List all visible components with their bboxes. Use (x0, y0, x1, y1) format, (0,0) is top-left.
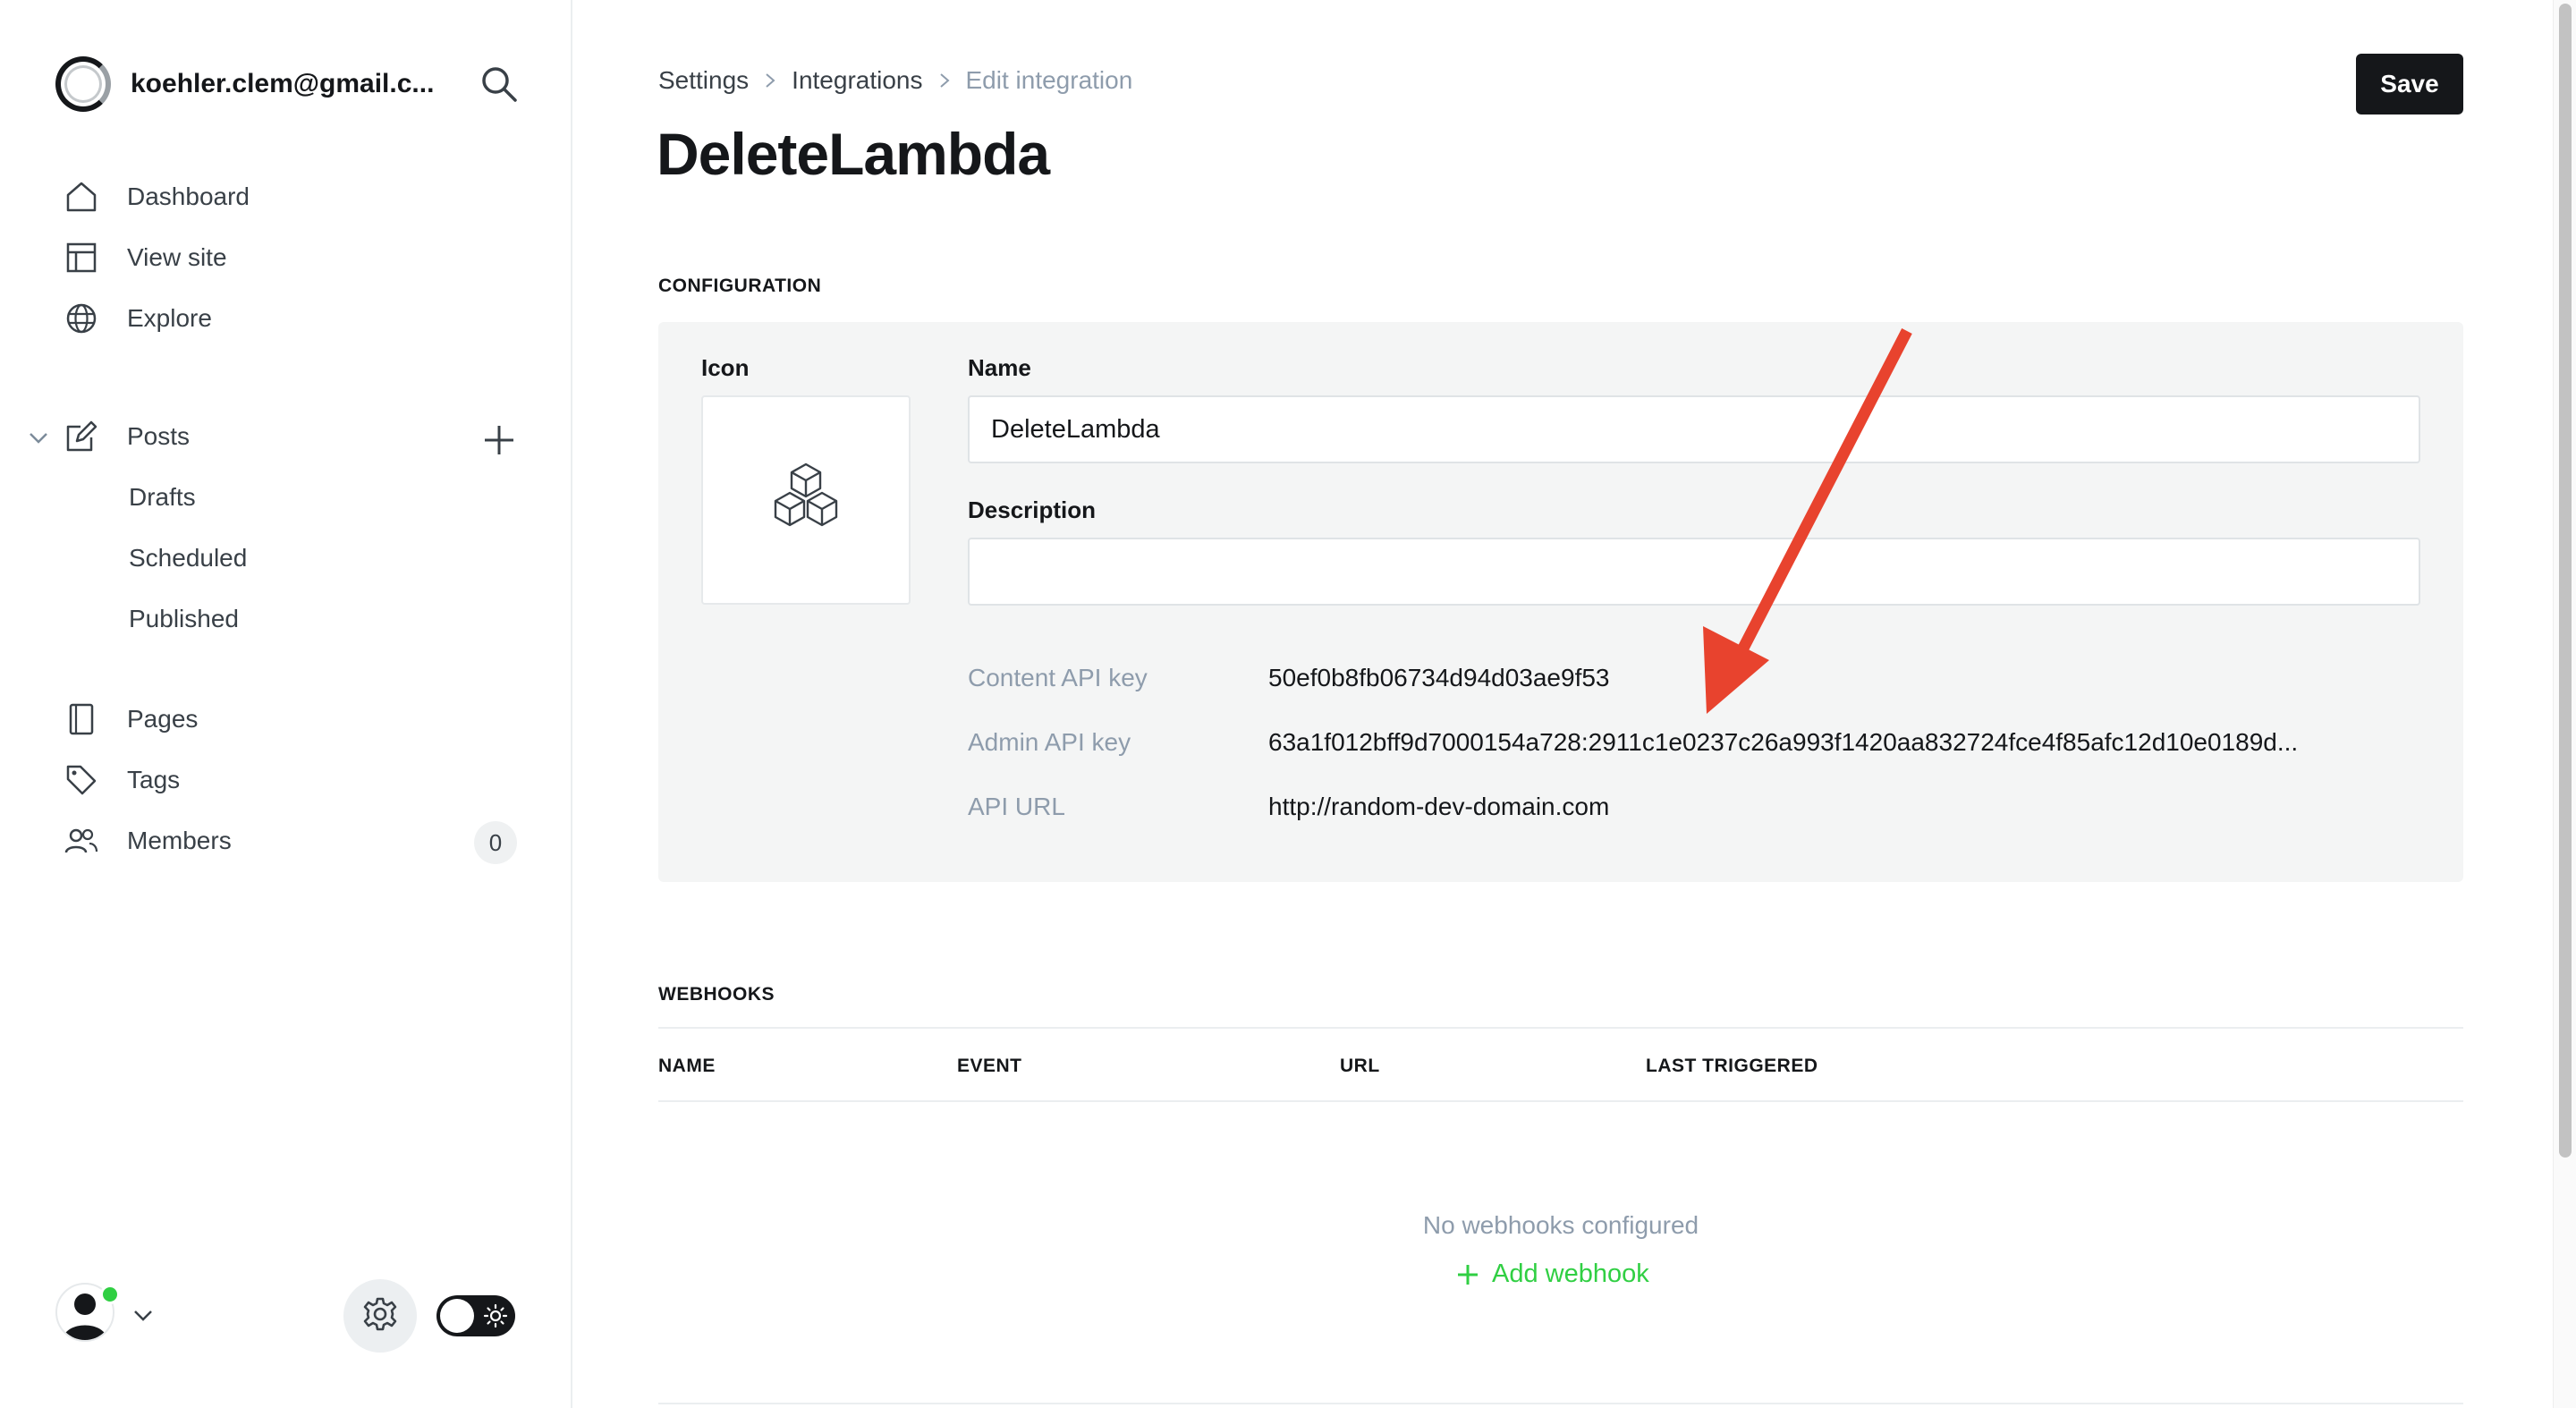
nav-pages[interactable]: Pages (63, 694, 519, 744)
sun-icon (483, 1303, 508, 1328)
nav-published[interactable]: Published (129, 594, 239, 644)
nav-explore[interactable]: Explore (63, 293, 519, 344)
nav-view-site-label: View site (127, 243, 227, 271)
nav-dashboard[interactable]: Dashboard (63, 172, 519, 222)
name-label: Name (968, 354, 1031, 381)
nav-view-site[interactable]: View site (63, 233, 519, 283)
site-logo[interactable] (55, 56, 111, 112)
nav-dashboard-label: Dashboard (127, 182, 250, 210)
scrollbar[interactable] (2553, 0, 2576, 1408)
integration-icon-upload[interactable] (701, 395, 911, 605)
nav-tags[interactable]: Tags (63, 755, 519, 805)
icon-label: Icon (701, 354, 750, 381)
description-label: Description (968, 496, 1097, 523)
breadcrumb-current: Edit integration (965, 66, 1133, 94)
search-icon[interactable] (478, 63, 521, 106)
chevron-right-icon (939, 73, 950, 88)
sidebar-header: koehler.clem@gmail.c... (55, 52, 521, 116)
admin-api-key-label: Admin API key (968, 728, 1131, 756)
breadcrumb: Settings Integrations Edit integration (658, 66, 1132, 95)
members-icon (63, 822, 100, 860)
gear-icon (361, 1295, 399, 1337)
theme-toggle[interactable] (436, 1295, 515, 1336)
table-divider (658, 1403, 2463, 1404)
settings-button[interactable] (343, 1279, 417, 1353)
api-url-label: API URL (968, 793, 1065, 820)
nav-explore-label: Explore (127, 304, 212, 332)
nav-drafts[interactable]: Drafts (129, 472, 196, 522)
scrollbar-thumb[interactable] (2559, 4, 2572, 1158)
plus-icon (1458, 1264, 1478, 1285)
nav-scheduled[interactable]: Scheduled (129, 533, 247, 583)
online-status-dot (100, 1285, 120, 1304)
admin-api-key-value[interactable]: 63a1f012bff9d7000154a728:2911c1e0237c26a… (1268, 728, 2298, 757)
pencil-square-icon (63, 418, 100, 455)
nav-members-label: Members (127, 827, 232, 854)
save-button[interactable]: Save (2356, 54, 2463, 115)
members-count-badge: 0 (474, 821, 517, 864)
nav-posts-label: Posts (127, 422, 191, 450)
name-input[interactable] (968, 395, 2420, 463)
toggle-knob (440, 1299, 474, 1333)
chevron-down-icon[interactable] (25, 424, 52, 451)
cubes-icon (763, 461, 849, 540)
configuration-section-title: CONFIGURATION (658, 276, 822, 296)
breadcrumb-integrations[interactable]: Integrations (792, 66, 922, 95)
nav-pages-label: Pages (127, 705, 199, 733)
globe-icon (63, 300, 100, 337)
column-header-url: URL (1340, 1056, 1380, 1076)
api-url-value[interactable]: http://random-dev-domain.com (1268, 793, 1609, 821)
breadcrumb-settings[interactable]: Settings (658, 66, 749, 95)
chevron-right-icon (766, 73, 775, 88)
add-webhook-label: Add webhook (1492, 1260, 1649, 1288)
chevron-down-icon[interactable] (131, 1302, 156, 1327)
new-post-plus-icon[interactable] (479, 420, 519, 460)
sidebar: koehler.clem@gmail.c... Dashboard View s… (0, 0, 572, 1408)
home-icon (63, 178, 100, 216)
description-input[interactable] (968, 538, 2420, 606)
add-webhook-button[interactable]: Add webhook (1456, 1260, 1649, 1289)
tag-icon (63, 761, 100, 799)
nav-posts[interactable]: Posts (63, 411, 519, 462)
webhooks-section-title: WEBHOOKS (658, 984, 775, 1005)
table-divider (658, 1100, 2463, 1102)
table-divider (658, 1027, 2463, 1029)
column-header-event: EVENT (957, 1056, 1022, 1076)
layout-icon (63, 239, 100, 276)
page-icon (63, 700, 100, 738)
account-title[interactable]: koehler.clem@gmail.c... (131, 69, 434, 99)
page-title: DeleteLambda (657, 121, 1050, 187)
nav-members[interactable]: Members (63, 816, 519, 866)
column-header-last-triggered: LAST TRIGGERED (1646, 1056, 1818, 1076)
content-api-key-value[interactable]: 50ef0b8fb06734d94d03ae9f53 (1268, 664, 1610, 692)
nav-tags-label: Tags (127, 766, 181, 793)
column-header-name: NAME (658, 1056, 716, 1076)
webhooks-empty-message: No webhooks configured (1422, 1211, 1699, 1239)
content-api-key-label: Content API key (968, 664, 1148, 691)
